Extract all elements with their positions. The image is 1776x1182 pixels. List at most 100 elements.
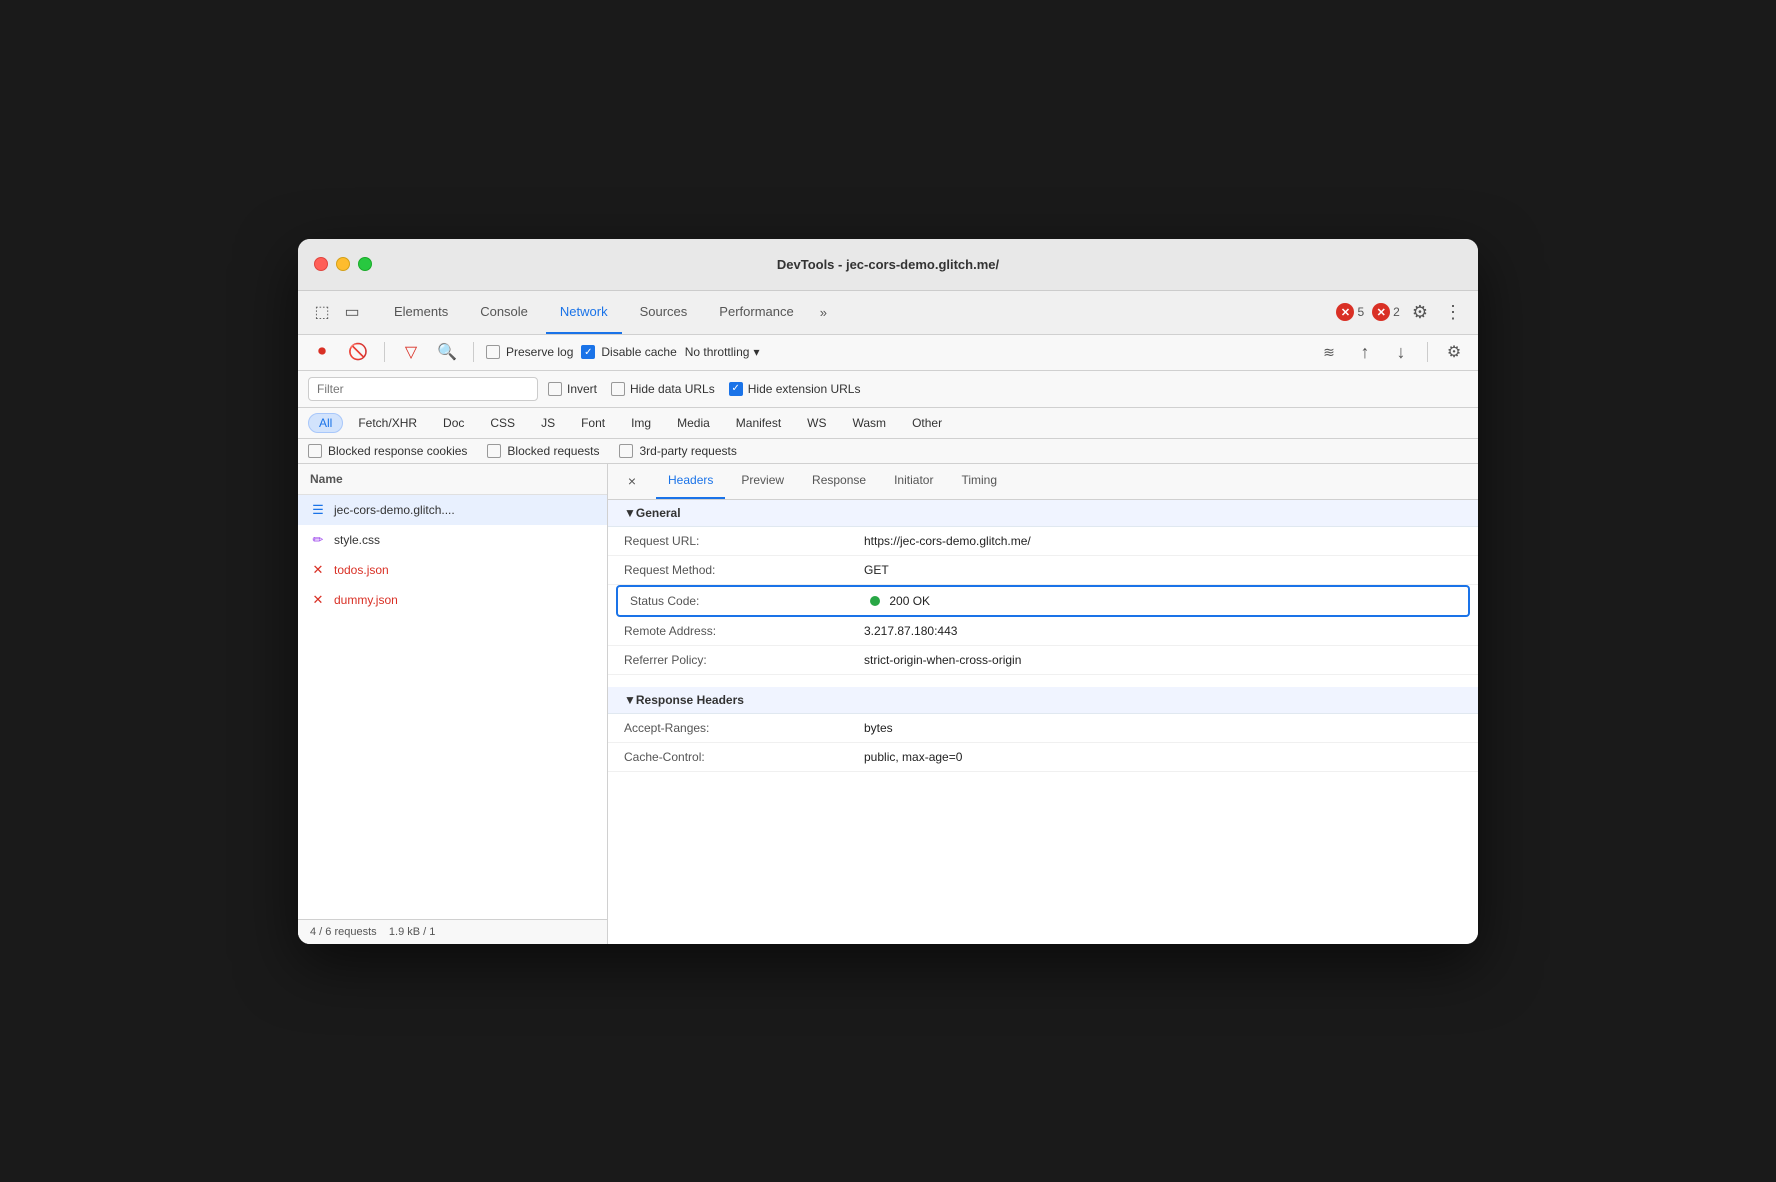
disable-cache-label: Disable cache — [601, 345, 676, 359]
tab-icons: ⬚ ▭ — [310, 300, 364, 324]
clear-button[interactable]: 🚫 — [344, 338, 372, 366]
blocked-requests-checkbox[interactable] — [487, 444, 501, 458]
general-section-header[interactable]: ▼General — [608, 500, 1478, 527]
detail-value: strict-origin-when-cross-origin — [864, 653, 1462, 667]
maximize-button[interactable] — [358, 257, 372, 271]
search-button[interactable]: 🔍 — [433, 338, 461, 366]
third-party-requests-item: 3rd-party requests — [619, 444, 736, 458]
record-button[interactable]: ⏺ — [308, 338, 336, 366]
detail-key: Remote Address: — [624, 624, 864, 638]
detail-key: Request Method: — [624, 563, 864, 577]
type-pill-other[interactable]: Other — [901, 413, 953, 433]
blocked-response-cookies: Blocked response cookies — [308, 444, 467, 458]
tab-response[interactable]: Response — [800, 464, 878, 500]
detail-value: 200 OK — [870, 594, 1456, 608]
close-button[interactable] — [314, 257, 328, 271]
error-badge-2: ✕ 2 — [1372, 303, 1400, 321]
tab-timing[interactable]: Timing — [949, 464, 1009, 500]
traffic-lights — [314, 257, 372, 271]
blocked-row: Blocked response cookies Blocked request… — [298, 439, 1478, 464]
tab-headers[interactable]: Headers — [656, 464, 725, 500]
network-toolbar: ⏺ 🚫 ▽ 🔍 Preserve log ✓ Disable cache No … — [298, 335, 1478, 371]
blocked-cookies-label: Blocked response cookies — [328, 444, 467, 458]
filter-button[interactable]: ▽ — [397, 338, 425, 366]
type-pill-doc[interactable]: Doc — [432, 413, 475, 433]
type-pill-font[interactable]: Font — [570, 413, 616, 433]
detail-value: 3.217.87.180:443 — [864, 624, 1462, 638]
hide-data-label: Hide data URLs — [630, 382, 715, 396]
tab-network[interactable]: Network — [546, 290, 622, 334]
type-pill-ws[interactable]: WS — [796, 413, 837, 433]
detail-row-cache-control: Cache-Control: public, max-age=0 — [608, 743, 1478, 772]
type-pill-wasm[interactable]: Wasm — [842, 413, 898, 433]
list-item[interactable]: ✏ style.css — [298, 525, 607, 555]
detail-value: bytes — [864, 721, 1462, 735]
minimize-button[interactable] — [336, 257, 350, 271]
file-name: todos.json — [334, 563, 389, 577]
response-section-header[interactable]: ▼Response Headers — [608, 687, 1478, 714]
settings-icon[interactable]: ⚙ — [1408, 298, 1432, 327]
disable-cache-checkbox[interactable]: ✓ — [581, 345, 595, 359]
network-settings-icon[interactable]: ⚙ — [1440, 338, 1468, 366]
tab-preview[interactable]: Preview — [729, 464, 796, 500]
hide-ext-label: Hide extension URLs — [748, 382, 861, 396]
device-icon[interactable]: ▭ — [340, 300, 364, 324]
detail-value: public, max-age=0 — [864, 750, 1462, 764]
type-pill-fetch-xhr[interactable]: Fetch/XHR — [347, 413, 428, 433]
list-item[interactable]: ✕ todos.json — [298, 555, 607, 585]
invert-checkbox[interactable] — [548, 382, 562, 396]
invert-control: Invert — [548, 382, 597, 396]
error-count-2: 2 — [1393, 305, 1400, 319]
wifi-icon[interactable]: ≋ — [1315, 338, 1343, 366]
hide-data-checkbox[interactable] — [611, 382, 625, 396]
blocked-cookies-checkbox[interactable] — [308, 444, 322, 458]
tab-initiator[interactable]: Initiator — [882, 464, 945, 500]
detail-row-remote-address: Remote Address: 3.217.87.180:443 — [608, 617, 1478, 646]
file-list-header: Name — [298, 464, 607, 495]
list-item[interactable]: ☰ jec-cors-demo.glitch.... — [298, 495, 607, 525]
type-pill-all[interactable]: All — [308, 413, 343, 433]
type-pill-js[interactable]: JS — [530, 413, 566, 433]
detail-key: Cache-Control: — [624, 750, 864, 764]
third-party-checkbox[interactable] — [619, 444, 633, 458]
hide-ext-control: ✓ Hide extension URLs — [729, 382, 861, 396]
preserve-log-control: Preserve log — [486, 345, 573, 359]
detail-key: Status Code: — [630, 594, 870, 608]
type-pill-media[interactable]: Media — [666, 413, 721, 433]
preserve-log-checkbox[interactable] — [486, 345, 500, 359]
close-detail-button[interactable]: × — [620, 469, 644, 493]
devtools-tab-bar: ⬚ ▭ Elements Console Network Sources Per… — [298, 291, 1478, 335]
filter-input[interactable] — [308, 377, 538, 401]
throttle-select[interactable]: No throttling ▾ — [685, 345, 760, 359]
detail-value: GET — [864, 563, 1462, 577]
type-pill-manifest[interactable]: Manifest — [725, 413, 792, 433]
type-pill-css[interactable]: CSS — [479, 413, 526, 433]
toolbar-right: ≋ ↑ ↓ ⚙ — [1315, 338, 1468, 366]
detail-tabs: × Headers Preview Response Initiator Tim… — [608, 464, 1478, 500]
download-icon[interactable]: ↓ — [1387, 338, 1415, 366]
status-code-value: 200 OK — [889, 594, 930, 608]
error-icon: ✕ — [310, 562, 326, 578]
toolbar-divider-3 — [1427, 342, 1428, 362]
upload-icon[interactable]: ↑ — [1351, 338, 1379, 366]
tab-performance[interactable]: Performance — [705, 290, 807, 334]
type-filter-row: All Fetch/XHR Doc CSS JS Font Img Media … — [298, 408, 1478, 439]
type-pill-img[interactable]: Img — [620, 413, 662, 433]
toolbar-divider — [384, 342, 385, 362]
list-item[interactable]: ✕ dummy.json — [298, 585, 607, 615]
file-name: jec-cors-demo.glitch.... — [334, 503, 455, 517]
requests-count: 4 / 6 requests — [310, 926, 377, 938]
size-info: 1.9 kB / 1 — [389, 926, 435, 938]
tab-sources[interactable]: Sources — [626, 290, 702, 334]
more-options-icon[interactable]: ⋮ — [1440, 298, 1466, 327]
file-name: dummy.json — [334, 593, 398, 607]
tab-console[interactable]: Console — [466, 290, 542, 334]
blocked-requests-item: Blocked requests — [487, 444, 599, 458]
detail-panel: × Headers Preview Response Initiator Tim… — [608, 464, 1478, 944]
tab-more-button[interactable]: » — [812, 299, 835, 326]
hide-ext-checkbox[interactable]: ✓ — [729, 382, 743, 396]
detail-row-request-url: Request URL: https://jec-cors-demo.glitc… — [608, 527, 1478, 556]
tab-elements[interactable]: Elements — [380, 290, 462, 334]
detail-key: Referrer Policy: — [624, 653, 864, 667]
selector-icon[interactable]: ⬚ — [310, 300, 334, 324]
